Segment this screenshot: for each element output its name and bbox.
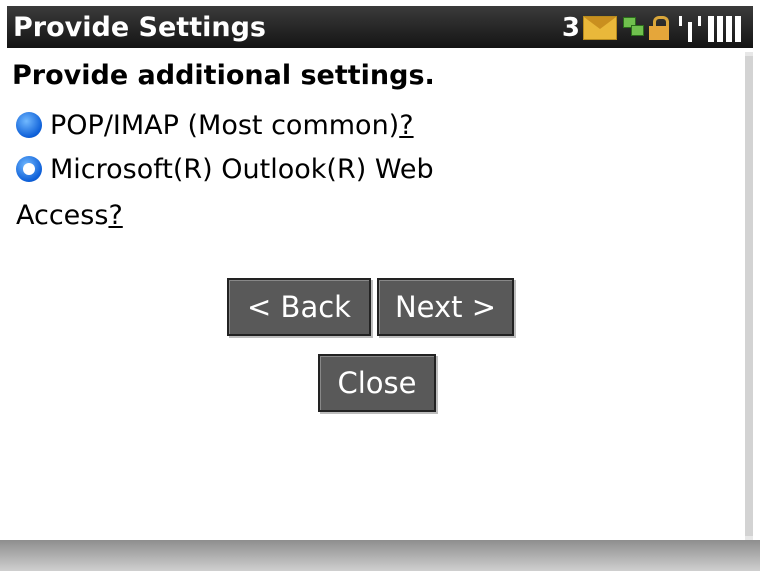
envelope-icon: [583, 16, 617, 40]
page-heading: Provide additional settings.: [12, 60, 435, 91]
close-button[interactable]: Close: [318, 354, 436, 412]
help-owa-link[interactable]: ?: [108, 200, 122, 231]
radio-outlook-web-access[interactable]: [16, 156, 42, 182]
lock-icon: [649, 16, 669, 40]
bbm-icon: [623, 17, 645, 39]
bottom-bar: [0, 540, 760, 571]
help-pop-imap-link[interactable]: ?: [399, 110, 413, 141]
option-pop-imap-label: POP/IMAP (Most common): [50, 110, 400, 141]
signal-bars-icon: [708, 14, 741, 42]
scrollbar[interactable]: [745, 52, 753, 540]
radio-pop-imap[interactable]: [16, 112, 42, 138]
screen: Provide Settings 3 Provide additional se…: [0, 0, 760, 571]
option-outlook-web-access[interactable]: Microsoft(R) Outlook(R) Web Access?: [16, 148, 576, 231]
antenna-icon: [679, 14, 701, 42]
scroll-thumb[interactable]: [745, 56, 753, 536]
settings-content: Provide additional settings. POP/IMAP (M…: [12, 52, 742, 540]
next-button[interactable]: Next >: [377, 278, 514, 336]
message-count: 3: [561, 13, 580, 43]
option-owa-label-line2: Access: [16, 200, 109, 231]
window-title: Provide Settings: [13, 12, 266, 43]
option-pop-imap[interactable]: POP/IMAP (Most common)?: [16, 104, 414, 147]
title-bar: Provide Settings 3: [7, 6, 753, 48]
status-area: 3: [562, 12, 741, 44]
back-button[interactable]: < Back: [227, 278, 371, 336]
option-owa-label-line1: Microsoft(R) Outlook(R) Web: [50, 154, 434, 185]
right-edge: [753, 0, 760, 571]
left-edge: [0, 0, 7, 571]
